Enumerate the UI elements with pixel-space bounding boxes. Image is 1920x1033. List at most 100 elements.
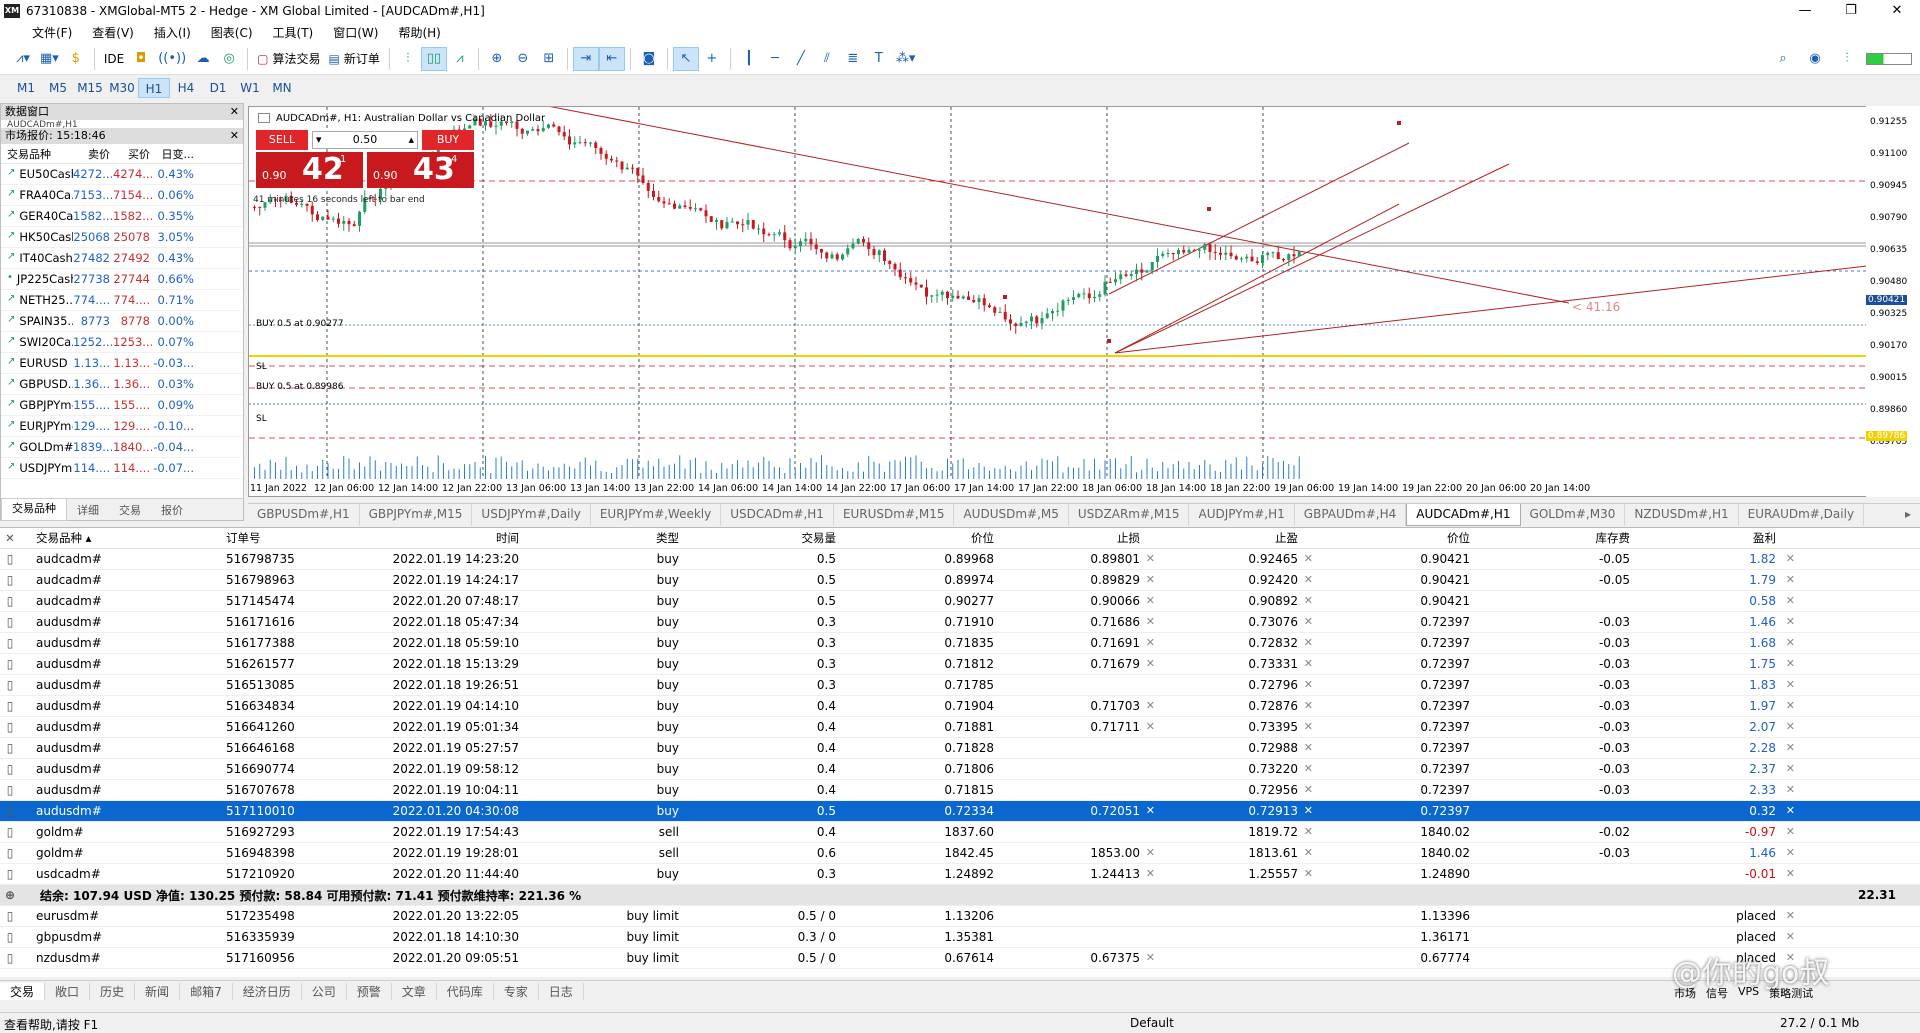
close-icon[interactable]: ✕ xyxy=(230,104,239,120)
trade-sl[interactable]: 0.89801 ✕ xyxy=(998,552,1160,566)
signal-icon[interactable]: ((•)) xyxy=(154,47,190,71)
terminal-tab[interactable]: 邮箱7 xyxy=(180,983,233,1000)
trade-tp[interactable]: 0.72876 ✕ xyxy=(1160,699,1318,713)
remove-sl-icon[interactable]: ✕ xyxy=(1146,636,1155,649)
terminal-tab[interactable]: 文章 xyxy=(392,983,437,1000)
new-chart-icon[interactable]: ▦▾ xyxy=(36,47,63,71)
tab-ticks[interactable]: 报价 xyxy=(151,502,193,518)
remove-sl-icon[interactable]: ✕ xyxy=(1146,657,1155,670)
remove-sl-icon[interactable]: ✕ xyxy=(1146,846,1155,859)
remove-sl-icon[interactable]: ✕ xyxy=(1146,594,1155,607)
trade-tp[interactable]: 0.92465 ✕ xyxy=(1160,552,1318,566)
chart-tab[interactable]: GBPJPYm#,M15 xyxy=(360,503,473,526)
crosshair-icon[interactable]: + xyxy=(699,47,725,71)
menu-insert[interactable]: 插入(I) xyxy=(144,24,201,41)
trade-row[interactable]: ▯ audusdm# 516513085 2022.01.18 19:26:51 buy… xyxy=(0,675,1920,696)
col-bid[interactable]: 卖价 xyxy=(73,146,113,162)
close-position-icon[interactable]: ✕ xyxy=(1786,867,1795,880)
trade-sl[interactable]: 0.71703 ✕ xyxy=(998,699,1160,713)
close-icon[interactable]: ✕ xyxy=(230,128,239,144)
trade-tp[interactable]: 0.72956 ✕ xyxy=(1160,783,1318,797)
remove-sl-icon[interactable]: ✕ xyxy=(1146,867,1155,880)
col-symbol[interactable]: 交易品种 xyxy=(1,146,73,162)
trade-tp[interactable]: 0.92420 ✕ xyxy=(1160,573,1318,587)
trade-tp[interactable]: 0.72832 ✕ xyxy=(1160,636,1318,650)
algo-trading-button[interactable]: ▢ 算法交易 xyxy=(253,47,324,71)
terminal-tab[interactable]: 经济日历 xyxy=(233,983,302,1000)
terminal-tab[interactable]: 新闻 xyxy=(135,983,181,1000)
cursor-icon[interactable]: ↖ xyxy=(672,46,699,71)
close-position-icon[interactable]: ✕ xyxy=(1786,699,1795,712)
col-price[interactable]: 价位 xyxy=(840,530,998,546)
chart-tab[interactable]: GOLDm#,M30 xyxy=(1521,503,1626,526)
remove-tp-icon[interactable]: ✕ xyxy=(1304,636,1313,649)
trade-tp[interactable]: 0.72913 ✕ xyxy=(1160,804,1318,818)
trade-row[interactable]: ▯ nzdusdm# 517160956 2022.01.20 09:05:51 buy… xyxy=(0,948,1920,969)
trade-row[interactable]: ▯ audcadm# 517145474 2022.01.20 07:48:17 buy… xyxy=(0,591,1920,612)
close-position-icon[interactable]: ✕ xyxy=(1786,636,1795,649)
close-position-icon[interactable]: ✕ xyxy=(1786,615,1795,628)
zoom-in-icon[interactable]: ⊕ xyxy=(484,47,510,71)
trade-row[interactable]: ▯ audusdm# 516171616 2022.01.18 05:47:34 buy… xyxy=(0,612,1920,633)
remove-tp-icon[interactable]: ✕ xyxy=(1304,594,1313,607)
new-order-button[interactable]: ▤ 新订单 xyxy=(325,47,384,71)
chart-tab[interactable]: USDZARm#,M15 xyxy=(1069,503,1190,526)
col-profit[interactable]: 盈利 xyxy=(1634,530,1800,546)
market-shortcut[interactable]: 市场 xyxy=(1674,985,1696,1001)
buy-button[interactable]: BUY xyxy=(422,130,474,150)
remove-tp-icon[interactable]: ✕ xyxy=(1304,804,1313,817)
shapes-icon[interactable]: ⁂▾ xyxy=(892,47,920,71)
chart-tab[interactable]: EURJPYm#,Weekly xyxy=(591,503,722,526)
trade-sl[interactable]: 0.71686 ✕ xyxy=(998,615,1160,629)
trade-row[interactable]: ▯ usdcadm# 517210920 2022.01.20 11:44:40 buy… xyxy=(0,864,1920,885)
terminal-tab[interactable]: 历史 xyxy=(90,983,136,1000)
chart-tab[interactable]: GBPUSDm#,H1 xyxy=(248,503,360,526)
trade-row[interactable]: ▯ audusdm# 516261577 2022.01.18 15:13:29 buy… xyxy=(0,654,1920,675)
remove-tp-icon[interactable]: ✕ xyxy=(1304,741,1313,754)
money-icon[interactable]: $ xyxy=(63,47,89,71)
account-icon[interactable]: ◉ xyxy=(1802,47,1828,71)
tab-scroll-right-icon[interactable]: ▸ xyxy=(1896,504,1920,526)
col-swap[interactable]: 库存费 xyxy=(1474,530,1634,546)
col-type[interactable]: 类型 xyxy=(523,530,683,546)
anchor-point[interactable] xyxy=(1397,121,1401,125)
zoom-out-icon[interactable]: ⊖ xyxy=(510,47,536,71)
terminal-tab[interactable]: 日志 xyxy=(539,983,584,1000)
remove-tp-icon[interactable]: ✕ xyxy=(1304,678,1313,691)
col-ticket[interactable]: 订单号 xyxy=(220,530,365,546)
lot-down-icon[interactable]: ▾ xyxy=(316,132,322,148)
remove-tp-icon[interactable]: ✕ xyxy=(1304,762,1313,775)
remove-tp-icon[interactable]: ✕ xyxy=(1304,867,1313,880)
chart-tab[interactable]: USDJPYm#,Daily xyxy=(472,503,591,526)
tf-d1[interactable]: D1 xyxy=(202,78,234,98)
remove-sl-icon[interactable]: ✕ xyxy=(1146,615,1155,628)
trade-tp[interactable]: 0.73220 ✕ xyxy=(1160,762,1318,776)
remove-tp-icon[interactable]: ✕ xyxy=(1304,699,1313,712)
remove-tp-icon[interactable]: ✕ xyxy=(1304,573,1313,586)
sell-button[interactable]: SELL xyxy=(256,130,308,150)
anchor-point[interactable] xyxy=(1107,339,1111,343)
trade-sl[interactable]: 0.71679 ✕ xyxy=(998,657,1160,671)
market-watch-row[interactable]: ↗USDJPYm#114....114....-0.07... xyxy=(1,458,243,479)
trade-sl[interactable]: 1.24413 ✕ xyxy=(998,867,1160,881)
anchor-point[interactable] xyxy=(1207,207,1211,211)
trade-tp[interactable]: 0.73076 ✕ xyxy=(1160,615,1318,629)
trade-row[interactable]: ▯ gbpusdm# 516335939 2022.01.18 14:10:30 buy… xyxy=(0,927,1920,948)
tf-m1[interactable]: M1 xyxy=(10,78,42,98)
terminal-tab[interactable]: 敞口 xyxy=(45,983,91,1000)
chart-tab[interactable]: GBPAUDm#,H4 xyxy=(1295,503,1407,526)
trade-tp[interactable]: 0.90892 ✕ xyxy=(1160,594,1318,608)
trade-tp[interactable]: 1819.72 ✕ xyxy=(1160,825,1318,839)
menu-window[interactable]: 窗口(W) xyxy=(323,24,388,41)
trendline[interactable] xyxy=(448,86,1570,304)
chart-shift-icon[interactable]: ⇤ xyxy=(598,46,625,71)
trade-sl[interactable]: 0.71691 ✕ xyxy=(998,636,1160,650)
grid-icon[interactable]: ⊞ xyxy=(536,47,562,71)
tf-m30[interactable]: M30 xyxy=(106,78,138,98)
trade-tp[interactable]: 0.72988 ✕ xyxy=(1160,741,1318,755)
trade-row[interactable]: ▯ audusdm# 516707678 2022.01.19 10:04:11 buy… xyxy=(0,780,1920,801)
close-position-icon[interactable]: ✕ xyxy=(1786,594,1795,607)
market-watch-row[interactable]: ↗SWI20Ca...1252...1253...0.07% xyxy=(1,332,243,353)
remove-tp-icon[interactable]: ✕ xyxy=(1304,657,1313,670)
bar-chart-icon[interactable]: ⫶ xyxy=(395,47,421,71)
